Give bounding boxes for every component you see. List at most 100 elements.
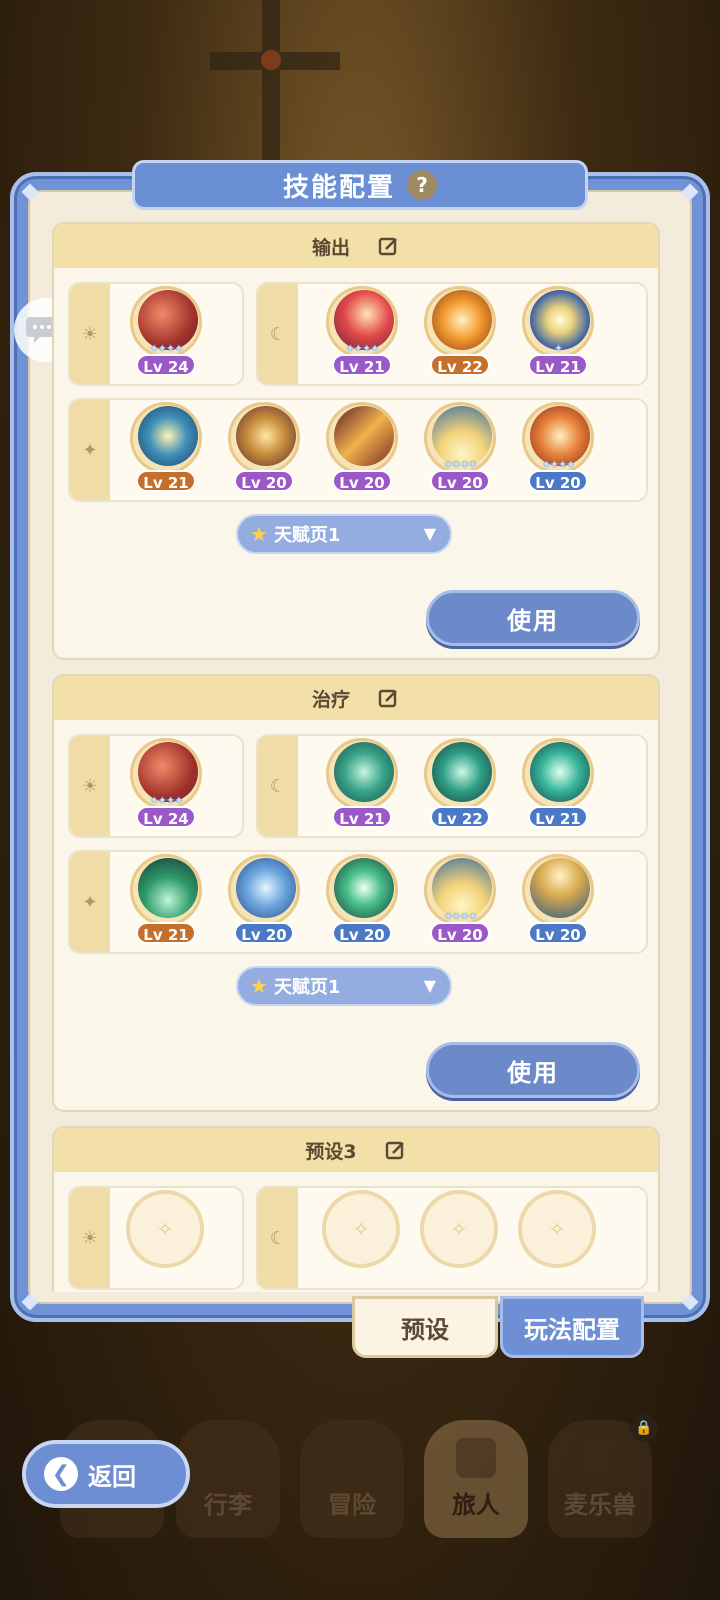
preset-header: 预设3 [54,1128,658,1172]
water-fountain-skill-icon [236,858,296,918]
preset-header: 输出 [54,224,658,268]
star-icon: ★ [250,974,268,998]
skill-slot[interactable]: Lv 21 [322,738,402,828]
nav-item-luggage[interactable]: 行李 [176,1420,280,1538]
light-rays-skill-icon [432,406,492,466]
skill-slot[interactable]: ✦✦✦✦ Lv 24 [126,286,206,376]
skill-level: Lv 24 [136,354,196,376]
skill-level: Lv 21 [528,806,588,828]
nav-item-adventure[interactable]: 冒险 [300,1420,404,1538]
empty-skill-slot[interactable]: ✧ [322,1190,400,1268]
skill-slot[interactable]: Lv 20 [518,854,598,944]
skill-level: Lv 21 [136,470,196,492]
slash-skill-icon [334,406,394,466]
spiral-light-skill-icon [530,290,590,350]
sparkle-icon: ✦ [70,400,110,500]
sun-icon: ☀ [70,1188,110,1288]
skill-slot[interactable]: Lv 22 [420,738,500,828]
preset-name: 预设3 [305,1140,357,1163]
skill-level: Lv 22 [430,354,490,376]
red-sweep-skill-icon [138,290,198,350]
help-icon[interactable]: ? [407,170,437,200]
skill-slot[interactable]: ✦✦✦✦ Lv 21 [322,286,402,376]
dropdown-caret-icon: ▼ [423,976,436,995]
sun-icon: ☀ [70,736,110,836]
skill-level: Lv 20 [528,922,588,944]
skill-level: Lv 21 [528,354,588,376]
sparkle-icon: ✦ [70,852,110,952]
traveler-icon [456,1438,496,1478]
crossed-swords-icon [332,1438,372,1478]
talent-page-label: 天赋页1 [273,525,341,546]
skill-level: Lv 22 [430,806,490,828]
healing-wind-skill-icon [530,742,590,802]
empty-skill-slot[interactable]: ✧ [420,1190,498,1268]
skill-slot[interactable]: Lv 20 [224,854,304,944]
red-sweep-skill-icon [138,742,198,802]
skill-level: Lv 20 [528,470,588,492]
empty-skill-slot[interactable]: ✧ [126,1190,204,1268]
back-button[interactable]: ❮ 返回 [22,1440,190,1508]
edit-icon[interactable] [378,235,400,257]
skill-slot[interactable]: Lv 20 [322,402,402,492]
edit-icon[interactable] [385,1139,407,1161]
nav-label: 麦乐兽 [564,1491,636,1519]
skill-slot[interactable]: Lv 20 [322,854,402,944]
cat-icon [580,1438,620,1478]
cross-relic-decoration [210,0,340,160]
red-orb-skill-icon [334,290,394,350]
skill-level: Lv 24 [136,806,196,828]
preset-name: 治疗 [311,688,350,711]
skill-slot[interactable]: Lv 20 [224,402,304,492]
skill-level: Lv 21 [332,354,392,376]
use-preset-button[interactable]: 使用 [426,1042,640,1098]
use-preset-button[interactable]: 使用 [426,590,640,646]
skill-slot[interactable]: ✦✦✦✦ Lv 20 [518,402,598,492]
presets-list[interactable]: 输出 ☀ ☾ ✦ ✦✦✦✦ Lv 24 ✦✦✦✦ Lv 21 Lv 22 ✦ L… [52,222,660,1292]
skill-level: Lv 20 [430,922,490,944]
nav-label: 行李 [204,1491,252,1519]
skill-slot[interactable]: Lv 21 [126,854,206,944]
tab-preset[interactable]: 预设 [352,1296,498,1358]
skill-slot[interactable]: ✦✦✦✦ Lv 20 [420,854,500,944]
explosion-skill-icon [530,406,590,466]
lock-icon: 🔒 [630,1414,658,1442]
skill-level: Lv 20 [430,470,490,492]
healing-arms-skill-icon [432,742,492,802]
sun-icon: ☀ [70,284,110,384]
tab-play-config[interactable]: 玩法配置 [500,1296,644,1358]
sand-wave-skill-icon [530,858,590,918]
moon-icon: ☾ [258,1188,298,1288]
skill-level: Lv 20 [234,922,294,944]
skill-slot[interactable]: ✦ Lv 21 [518,286,598,376]
talent-page-select[interactable]: ★ 天赋页1 ▼ [236,966,452,1006]
moon-icon: ☾ [258,284,298,384]
skill-slot[interactable]: Lv 21 [126,402,206,492]
back-arrow-icon: ❮ [44,1457,78,1491]
dropdown-caret-icon: ▼ [423,524,436,543]
title-plate: 技能配置 ? [132,160,588,210]
skill-slot[interactable]: ✦✦✦✦ Lv 20 [420,402,500,492]
skill-slot[interactable]: ✦✦✦✦ Lv 24 [126,738,206,828]
golden-fist-skill-icon [236,406,296,466]
nav-label: 旅人 [452,1491,500,1519]
skill-slot[interactable]: Lv 21 [518,738,598,828]
talent-page-select[interactable]: ★ 天赋页1 ▼ [236,514,452,554]
preset-name: 输出 [311,236,350,259]
skill-slot[interactable]: Lv 22 [420,286,500,376]
skill-level: Lv 20 [332,470,392,492]
empty-skill-slot[interactable]: ✧ [518,1190,596,1268]
luggage-icon [208,1438,248,1478]
nav-label: 冒险 [328,1491,376,1519]
nav-item-pet[interactable]: 麦乐兽 🔒 [548,1414,658,1538]
star-icon: ★ [250,522,268,546]
green-star-skill-icon [334,858,394,918]
nav-item-traveler[interactable]: 旅人 [424,1420,528,1538]
skill-level: Lv 21 [332,806,392,828]
page-title: 技能配置 [282,172,395,203]
edit-icon[interactable] [378,687,400,709]
moon-icon: ☾ [258,736,298,836]
skill-level: Lv 20 [332,922,392,944]
skill-level: Lv 20 [234,470,294,492]
healing-hand-skill-icon [334,742,394,802]
